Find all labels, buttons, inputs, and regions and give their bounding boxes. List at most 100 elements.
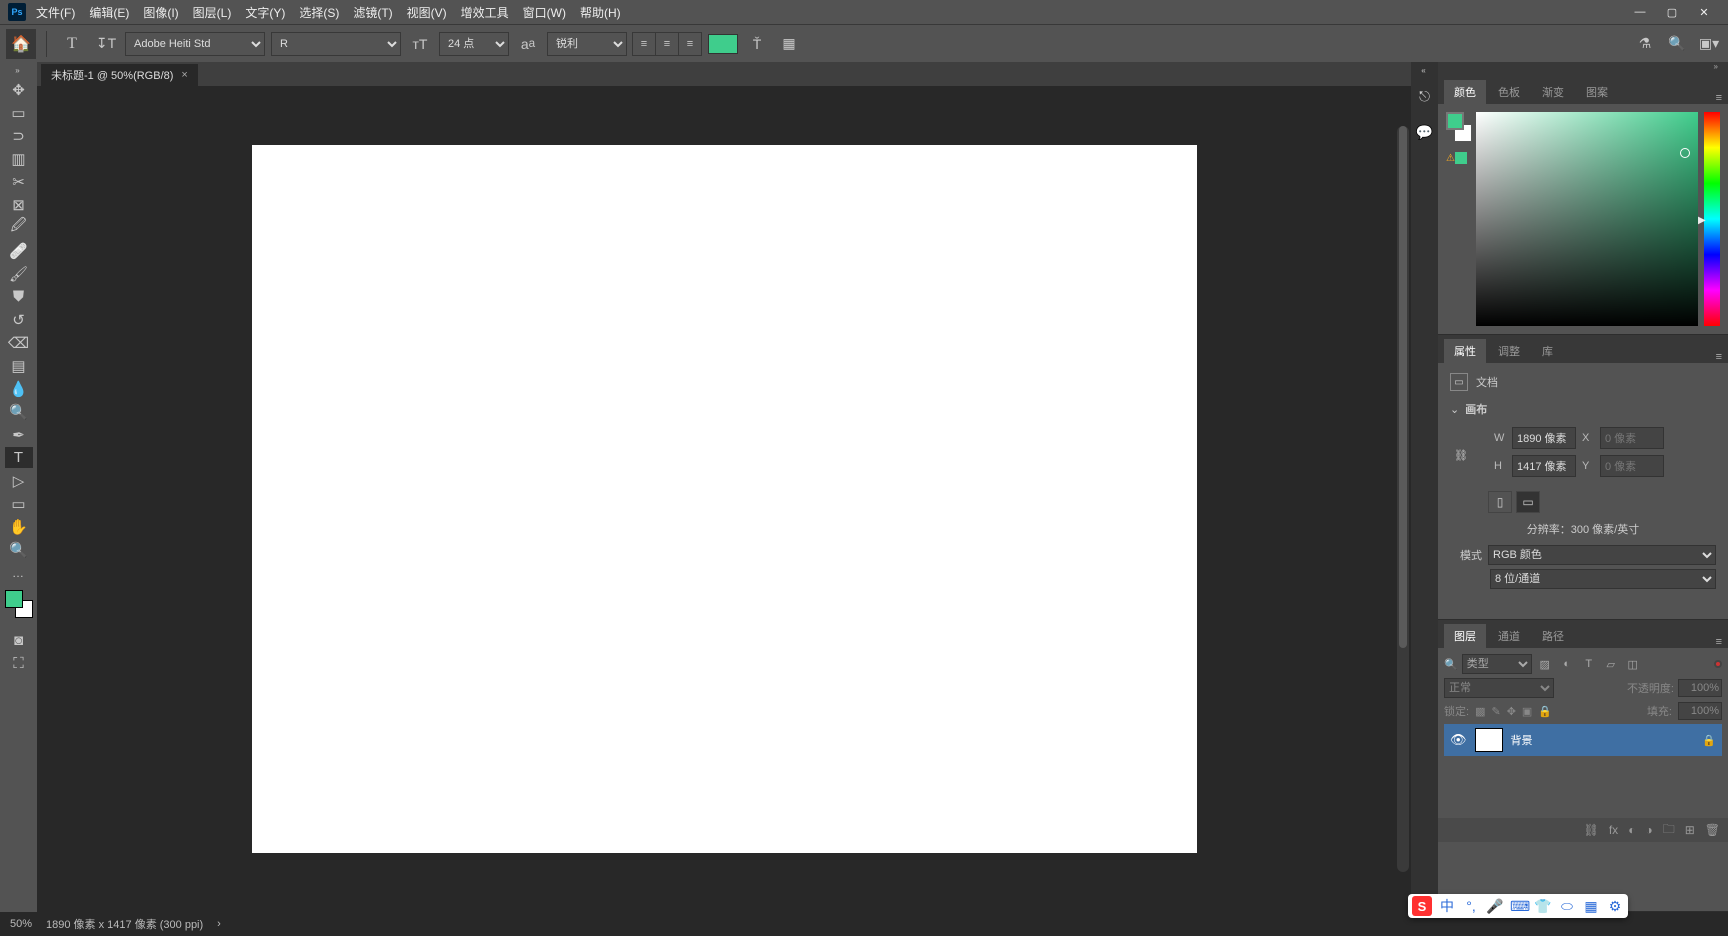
status-chevron-icon[interactable]: ›: [217, 918, 221, 930]
character-panel-button[interactable]: ▦: [776, 31, 802, 57]
foreground-background-colors[interactable]: [5, 590, 33, 618]
tab-gradients[interactable]: 渐变: [1532, 80, 1574, 104]
ime-mode-button[interactable]: 中: [1438, 896, 1456, 916]
align-left-button[interactable]: ≡: [632, 32, 656, 56]
tab-properties[interactable]: 属性: [1444, 339, 1486, 363]
color-mode-select[interactable]: RGB 颜色: [1488, 545, 1716, 565]
lock-all-icon[interactable]: 🔒: [1538, 705, 1552, 718]
panel-menu-icon[interactable]: ≡: [1716, 636, 1722, 648]
menu-window[interactable]: 窗口(W): [523, 4, 566, 21]
document-dimensions[interactable]: 1890 像素 x 1417 像素 (300 ppi): [46, 916, 203, 932]
blend-mode-select[interactable]: 正常: [1444, 678, 1554, 698]
tab-paths[interactable]: 路径: [1532, 624, 1574, 648]
eraser-tool[interactable]: ⌫: [5, 332, 33, 353]
gamut-warning-icon[interactable]: ⚠: [1446, 153, 1455, 164]
current-tool-indicator[interactable]: T: [57, 29, 87, 59]
layer-thumbnail[interactable]: [1475, 728, 1503, 752]
shape-tool[interactable]: ▭: [5, 493, 33, 514]
brushes-panel-icon[interactable]: ⎋: [1414, 85, 1436, 107]
ime-keyboard-icon[interactable]: ⌨: [1510, 898, 1528, 915]
minimize-button[interactable]: —: [1624, 6, 1656, 18]
home-button[interactable]: 🏠: [6, 29, 36, 59]
adjustment-layer-icon[interactable]: ◑: [1645, 823, 1652, 837]
object-select-tool[interactable]: ▥: [5, 148, 33, 169]
width-value[interactable]: 1890 像素: [1512, 427, 1576, 449]
lasso-tool[interactable]: ⊃: [5, 125, 33, 146]
foreground-color[interactable]: [5, 590, 23, 608]
menu-image[interactable]: 图像(I): [143, 4, 178, 21]
eyedropper-tool[interactable]: 🖉: [5, 217, 33, 238]
color-field-marker[interactable]: [1680, 148, 1690, 158]
fill-input[interactable]: [1678, 702, 1722, 720]
close-tab-button[interactable]: ×: [181, 69, 187, 81]
visibility-toggle-icon[interactable]: 👁: [1450, 732, 1467, 748]
path-select-tool[interactable]: ▷: [5, 470, 33, 491]
panel-menu-icon[interactable]: ≡: [1716, 351, 1722, 363]
zoom-tool[interactable]: 🔍: [5, 539, 33, 560]
history-brush-tool[interactable]: ↺: [5, 309, 33, 330]
clone-tool[interactable]: ⛊: [5, 286, 33, 307]
brush-tool[interactable]: 🖌: [5, 263, 33, 284]
filter-adjustment-icon[interactable]: ◐: [1558, 655, 1576, 673]
color-panel-foreground[interactable]: [1446, 112, 1464, 130]
tab-libraries[interactable]: 库: [1532, 339, 1563, 363]
font-size-select[interactable]: 24 点: [439, 32, 509, 56]
move-tool[interactable]: ✥: [5, 79, 33, 100]
new-layer-icon[interactable]: ⊞: [1685, 823, 1695, 837]
lock-artboard-icon[interactable]: ▣: [1522, 705, 1532, 718]
layer-filter-kind-select[interactable]: 类型: [1462, 654, 1532, 674]
warp-text-button[interactable]: Ť: [744, 31, 770, 57]
font-style-select[interactable]: R: [271, 32, 401, 56]
marquee-tool[interactable]: ▭: [5, 102, 33, 123]
antialias-select[interactable]: 锐利: [547, 32, 627, 56]
tab-adjustments[interactable]: 调整: [1488, 339, 1530, 363]
text-color-swatch[interactable]: [708, 34, 738, 54]
filter-type-icon[interactable]: T: [1580, 655, 1598, 673]
blur-tool[interactable]: 💧: [5, 378, 33, 399]
lock-position-icon[interactable]: ✥: [1507, 705, 1516, 718]
zoom-level[interactable]: 50%: [10, 918, 32, 930]
tab-patterns[interactable]: 图案: [1576, 80, 1618, 104]
ime-settings-icon[interactable]: ⚙: [1606, 898, 1624, 915]
menu-view[interactable]: 视图(V): [407, 4, 447, 21]
menu-layer[interactable]: 图层(L): [193, 4, 232, 21]
panel-menu-icon[interactable]: ≡: [1716, 92, 1722, 104]
ime-tools-icon[interactable]: ▦: [1582, 898, 1600, 915]
filter-smartobject-icon[interactable]: ◫: [1624, 655, 1642, 673]
menu-select[interactable]: 选择(S): [299, 4, 339, 21]
ime-punct-icon[interactable]: °,: [1462, 898, 1480, 914]
document-tab[interactable]: 未标题-1 @ 50%(RGB/8) ×: [41, 64, 198, 86]
canvas[interactable]: [252, 145, 1197, 853]
hue-slider[interactable]: ▶: [1704, 112, 1720, 326]
height-value[interactable]: 1417 像素: [1512, 455, 1576, 477]
chevron-down-icon[interactable]: ⌄: [1450, 403, 1459, 416]
healing-tool[interactable]: 🩹: [5, 240, 33, 261]
hand-tool[interactable]: ✋: [5, 516, 33, 537]
websafe-swatch[interactable]: [1455, 152, 1467, 164]
align-right-button[interactable]: ≡: [678, 32, 702, 56]
font-family-select[interactable]: Adobe Heiti Std: [125, 32, 265, 56]
layer-fx-icon[interactable]: fx: [1609, 823, 1618, 837]
tab-swatches[interactable]: 色板: [1488, 80, 1530, 104]
orientation-landscape-button[interactable]: ▭: [1516, 491, 1540, 513]
filter-shape-icon[interactable]: ▱: [1602, 655, 1620, 673]
layer-lock-icon[interactable]: 🔒: [1702, 734, 1716, 747]
menu-file[interactable]: 文件(F): [36, 4, 75, 21]
ime-link-icon[interactable]: ⬭: [1558, 898, 1576, 915]
canvas-viewport[interactable]: [37, 86, 1411, 912]
scrollbar-thumb[interactable]: [1399, 126, 1407, 648]
bit-depth-select[interactable]: 8 位/通道: [1490, 569, 1716, 589]
tab-channels[interactable]: 通道: [1488, 624, 1530, 648]
delete-layer-icon[interactable]: 🗑: [1705, 823, 1720, 837]
ime-logo-icon[interactable]: S: [1412, 896, 1432, 916]
layer-mask-icon[interactable]: ◐: [1628, 823, 1635, 837]
menu-edit[interactable]: 编辑(E): [89, 4, 129, 21]
ime-toolbar[interactable]: S 中 °, 🎤 ⌨ 👕 ⬭ ▦ ⚙: [1408, 894, 1628, 918]
menu-help[interactable]: 帮助(H): [580, 4, 621, 21]
link-layers-icon[interactable]: ⛓: [1584, 823, 1599, 837]
opacity-input[interactable]: [1678, 679, 1722, 697]
align-center-button[interactable]: ≡: [655, 32, 679, 56]
gradient-tool[interactable]: ▤: [5, 355, 33, 376]
tab-layers[interactable]: 图层: [1444, 624, 1486, 648]
layer-item-background[interactable]: 👁 背景 🔒: [1444, 724, 1722, 756]
